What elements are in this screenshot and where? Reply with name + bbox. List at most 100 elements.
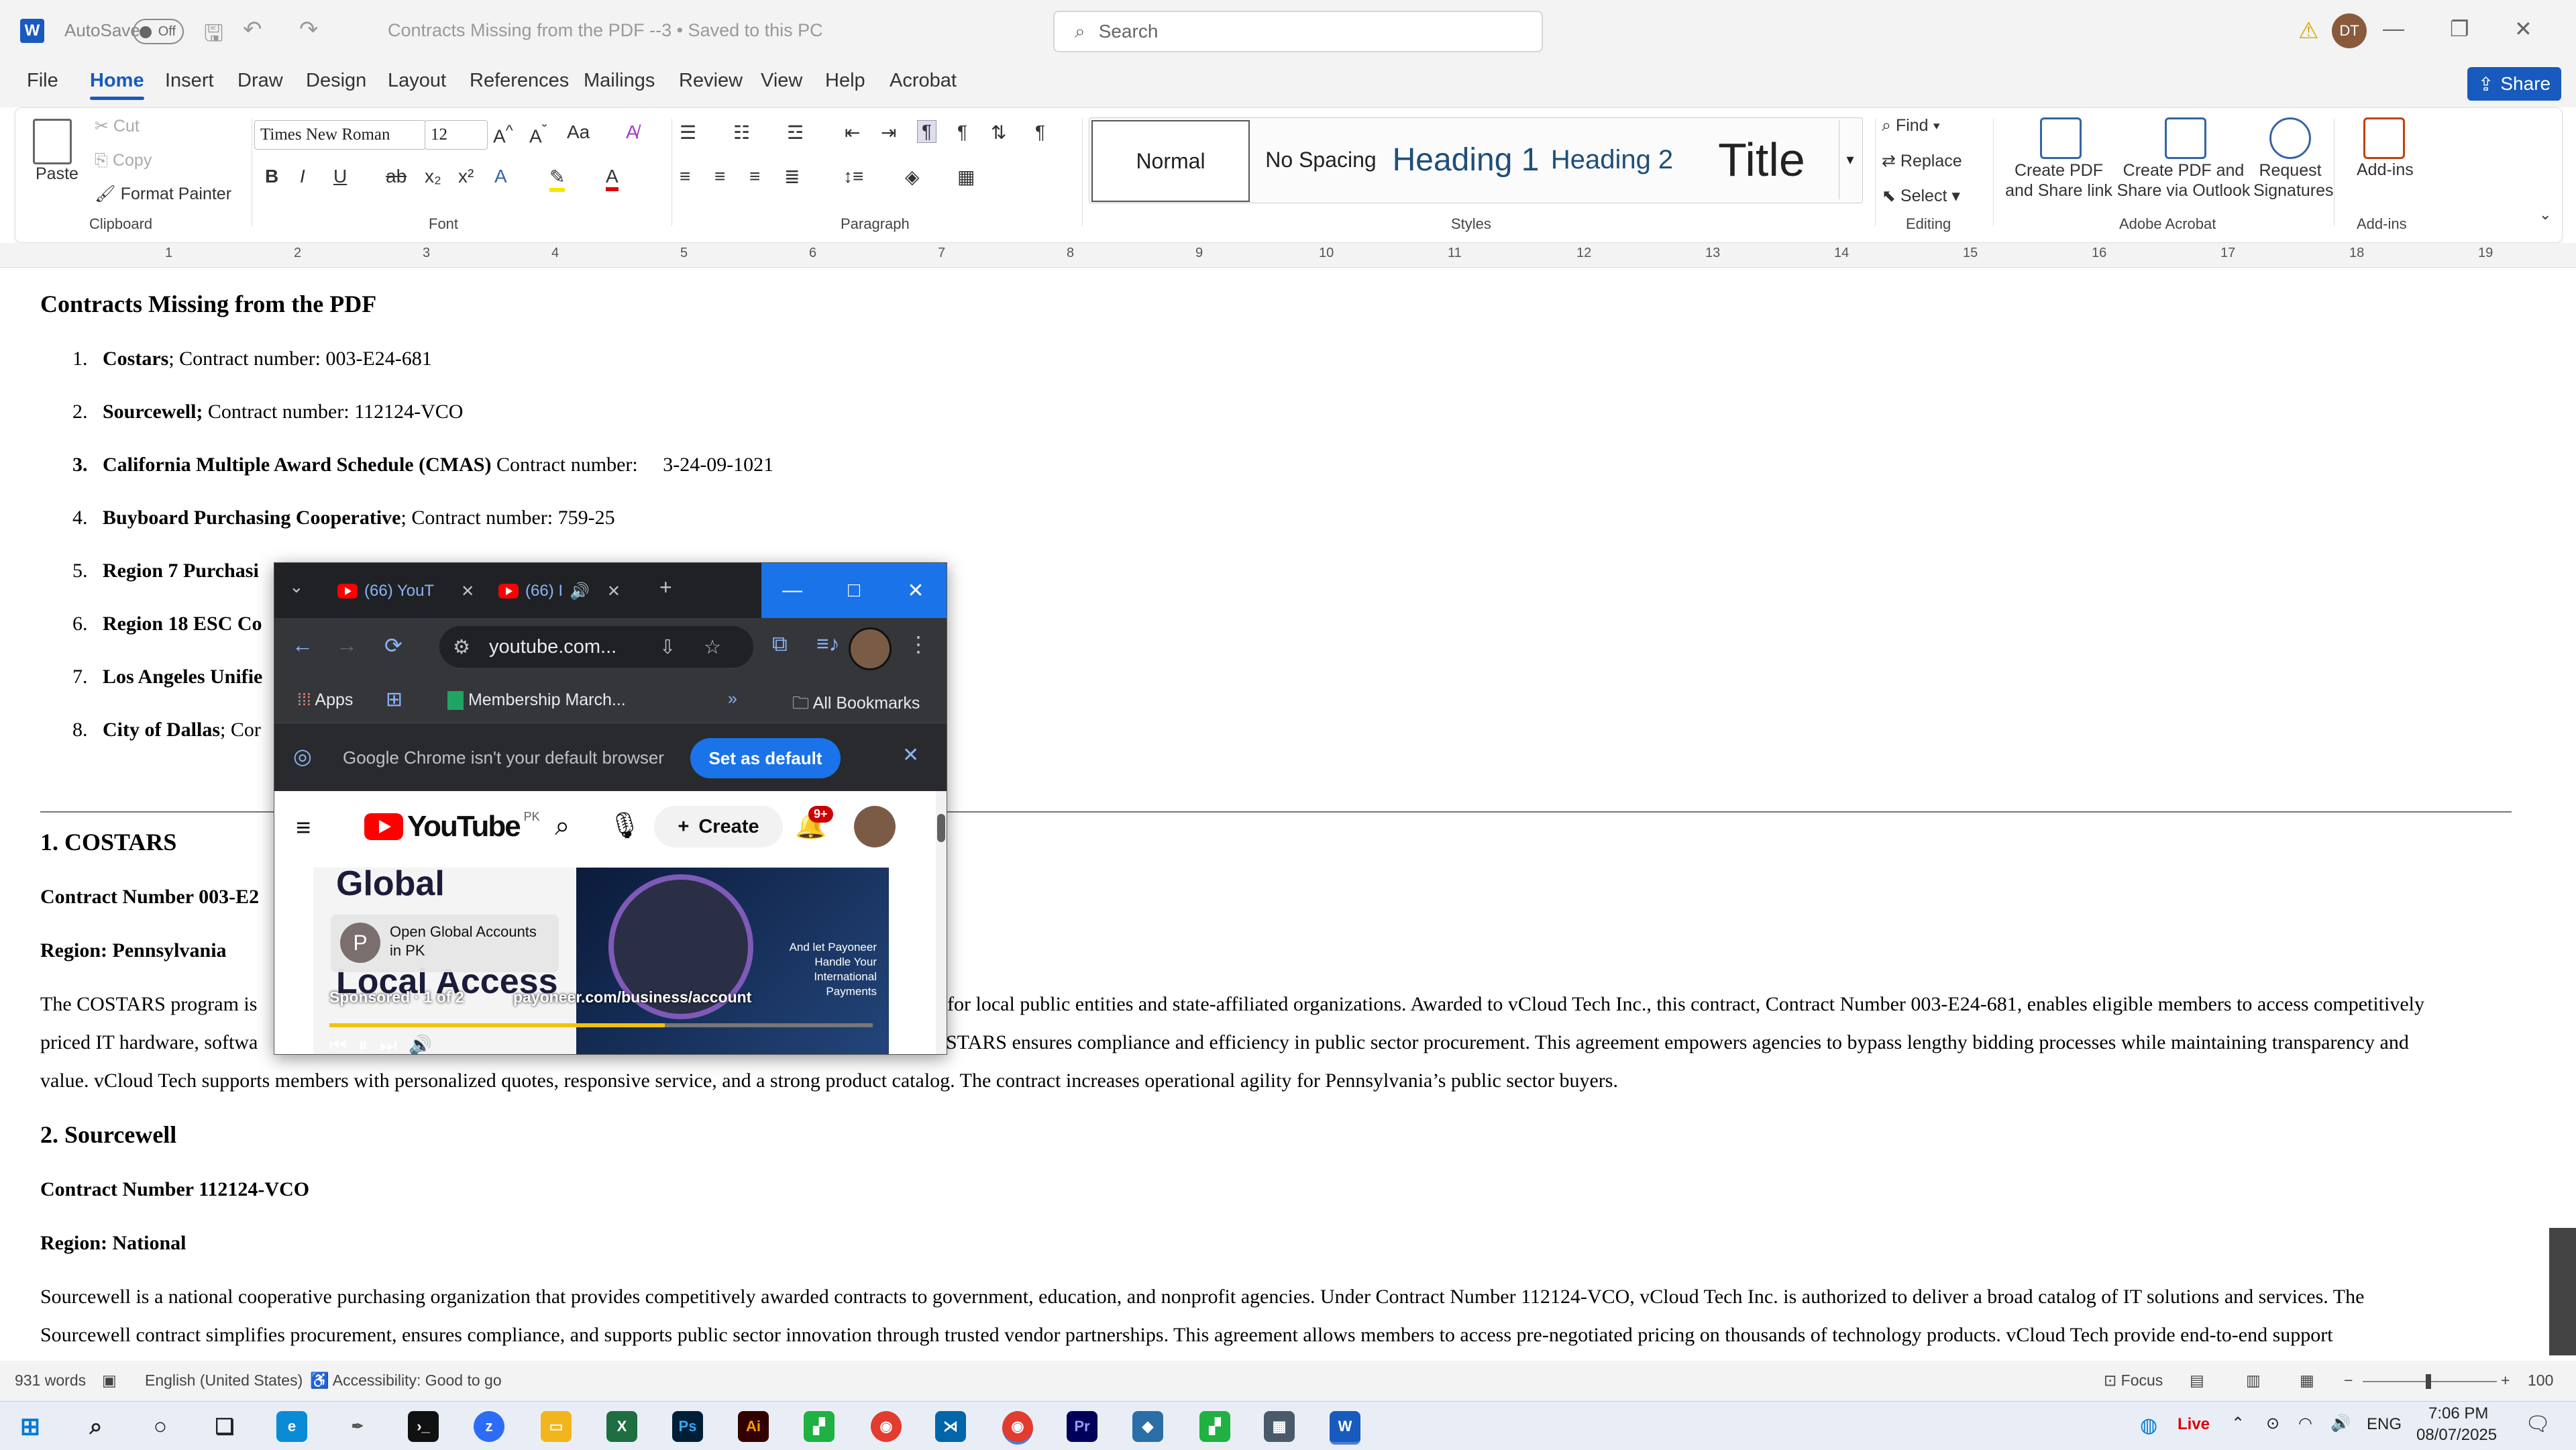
scrollbar-thumb[interactable] — [937, 814, 945, 842]
back-icon[interactable]: ← — [292, 633, 313, 658]
shrink-font-icon[interactable]: Aˇ — [529, 121, 547, 147]
decrease-indent-icon[interactable]: ⇤ — [845, 121, 860, 144]
live-indicator[interactable]: Live — [2178, 1415, 2210, 1434]
close-icon[interactable]: ✕ — [2514, 16, 2575, 42]
select-button[interactable]: ⬉ Select ▾ — [1882, 186, 1960, 206]
bullets-icon[interactable]: ☰ — [680, 121, 696, 144]
camera-icon[interactable]: ⊙ — [2266, 1414, 2279, 1433]
font-name-select[interactable]: Times New Roman — [254, 120, 426, 150]
extensions-icon[interactable]: ⧉ — [772, 631, 788, 657]
media-control-icon[interactable]: ≡♪ — [816, 631, 840, 656]
chrome-maximize-icon[interactable]: □ — [823, 563, 885, 618]
style-no-spacing[interactable]: No Spacing — [1250, 120, 1392, 199]
chrome-icon[interactable]: ◉ — [871, 1411, 902, 1442]
multilevel-list-icon[interactable]: ☲ — [787, 121, 804, 144]
ad-channel-card[interactable]: P Open Global Accounts in PK — [331, 915, 559, 972]
create-pdf-outlook-button[interactable]: Create PDF and Share via Outlook — [2116, 160, 2251, 201]
new-tab-icon[interactable]: + — [659, 575, 672, 600]
bold-icon[interactable]: B — [265, 166, 278, 187]
chrome-close-icon[interactable]: ✕ — [885, 563, 947, 618]
line-spacing-icon[interactable]: ↕≡ — [843, 166, 863, 187]
illustrator-icon[interactable]: Ai — [738, 1411, 769, 1442]
minimize-icon[interactable]: — — [2383, 16, 2443, 41]
request-signatures-icon[interactable] — [2269, 117, 2311, 159]
ad-player-controls[interactable]: ⏮⏸⏭🔊 — [329, 1034, 444, 1054]
shading-icon[interactable]: ◈ — [905, 166, 920, 188]
chrome-tab-2[interactable]: (66) I 🔊 ✕ — [498, 572, 621, 610]
youtube-logo[interactable]: YouTube PK — [364, 810, 540, 843]
increase-indent-icon[interactable]: ⇥ — [881, 121, 896, 144]
tab-acrobat[interactable]: Acrobat — [890, 70, 957, 92]
underline-icon[interactable]: U — [333, 166, 347, 187]
clock-time[interactable]: 7:06 PM — [2428, 1404, 2488, 1423]
file-explorer-icon[interactable]: ▭ — [541, 1411, 572, 1442]
create-button[interactable]: + Create — [654, 806, 783, 847]
print-layout-icon[interactable]: ▥ — [2246, 1371, 2261, 1390]
zoom-slider-thumb[interactable] — [2426, 1374, 2431, 1389]
add-ins-icon[interactable] — [2363, 117, 2405, 159]
excel-icon[interactable]: X — [606, 1411, 637, 1442]
youtube-page[interactable]: ≡ YouTube PK ⌕ 🎙 + Create 🔔 9+ Global Loc… — [274, 791, 936, 1054]
voice-search-icon[interactable]: 🎙 — [608, 811, 641, 841]
warning-icon[interactable]: ⚠ — [2298, 17, 2318, 44]
bookmark-apps[interactable]: ⁞⁞⁞ Apps — [297, 690, 353, 710]
text-effects-icon[interactable]: A — [494, 166, 507, 187]
subscript-icon[interactable]: x₂ — [425, 166, 441, 187]
word-app-icon[interactable]: W — [20, 19, 44, 43]
web-layout-icon[interactable]: ▦ — [2300, 1371, 2314, 1390]
paste-icon[interactable] — [33, 119, 72, 164]
horizontal-ruler[interactable]: 1 2 3 4 5 6 7 8 9 10 11 12 13 14 15 16 1… — [0, 243, 2576, 268]
search-icon[interactable]: ⌕ — [80, 1411, 111, 1442]
infobar-close-icon[interactable]: ✕ — [902, 743, 919, 767]
proofing-icon[interactable]: ▣ — [102, 1371, 117, 1390]
search-box[interactable]: ⌕ Search — [1053, 11, 1543, 52]
cut-button[interactable]: ✂ Cut — [95, 116, 140, 136]
reload-icon[interactable]: ⟳ — [384, 633, 402, 658]
network-globe-icon[interactable]: ◍ — [2140, 1414, 2157, 1437]
task-view-icon[interactable]: ❏ — [209, 1411, 240, 1442]
hamburger-menu-icon[interactable]: ≡ — [296, 814, 311, 843]
style-heading-2[interactable]: Heading 2 — [1540, 120, 1684, 199]
share-button[interactable]: ⇪ Share — [2467, 67, 2561, 101]
all-bookmarks[interactable]: 🗀 All Bookmarks — [792, 690, 920, 719]
language-status[interactable]: English (United States) — [145, 1371, 303, 1390]
show-formatting-icon[interactable]: ¶ — [1035, 121, 1045, 143]
italic-icon[interactable]: I — [300, 166, 305, 187]
sheets-icon[interactable]: ▞ — [804, 1411, 835, 1442]
set-as-default-button[interactable]: Set as default — [690, 738, 841, 778]
tab-draw[interactable]: Draw — [237, 70, 283, 92]
pen-icon[interactable]: ✒ — [342, 1411, 373, 1442]
ad-url[interactable]: payoneer.com/business/account — [513, 988, 751, 1006]
bookmark-membership[interactable]: Membership March... — [447, 690, 626, 711]
tab-groups-icon[interactable]: ⊞ — [386, 688, 402, 711]
tab-home[interactable]: Home — [90, 70, 144, 100]
yt-search-icon[interactable]: ⌕ — [555, 811, 570, 841]
bookmark-star-icon[interactable]: ☆ — [704, 635, 721, 659]
notifications-icon[interactable]: 🗨 — [2525, 1412, 2551, 1436]
input-language[interactable]: ENG — [2367, 1415, 2402, 1434]
cortana-icon[interactable]: ○ — [145, 1411, 176, 1442]
save-icon[interactable]: 🖫 — [204, 17, 223, 56]
tab-help[interactable]: Help — [825, 70, 865, 92]
format-painter-button[interactable]: 🖌 Format Painter — [95, 185, 231, 204]
tab-file[interactable]: File — [27, 70, 58, 92]
tray-chevron-icon[interactable]: ⌃ — [2231, 1414, 2245, 1433]
yt-avatar[interactable] — [854, 806, 896, 847]
address-bar[interactable]: ⚙ youtube.com... ⇩ ☆ — [439, 626, 753, 668]
borders-icon[interactable]: ▦ — [957, 166, 975, 188]
rtl-icon[interactable]: ¶ — [957, 121, 967, 143]
close-tab-icon[interactable]: ✕ — [607, 582, 621, 601]
change-case-icon[interactable]: Aa — [567, 121, 590, 143]
profile-avatar[interactable] — [849, 627, 892, 670]
find-button[interactable]: ⌕ Find ▾ — [1882, 116, 1940, 136]
chrome-tab-1[interactable]: (66) YouT ✕ — [337, 572, 474, 610]
wifi-icon[interactable]: ◠ — [2298, 1414, 2312, 1433]
zoom-out-icon[interactable]: − — [2344, 1371, 2353, 1390]
justify-icon[interactable]: ≣ — [784, 166, 800, 188]
document-title[interactable]: Contracts Missing from the PDF --3 • Sav… — [388, 20, 823, 41]
align-right-icon[interactable]: ≡ — [749, 166, 760, 187]
undo-icon[interactable]: ↶ — [243, 16, 262, 43]
strikethrough-icon[interactable]: ab — [386, 166, 407, 187]
clock-date[interactable]: 08/07/2025 — [2416, 1426, 2497, 1445]
app-diamond-icon[interactable]: ◆ — [1132, 1411, 1163, 1442]
